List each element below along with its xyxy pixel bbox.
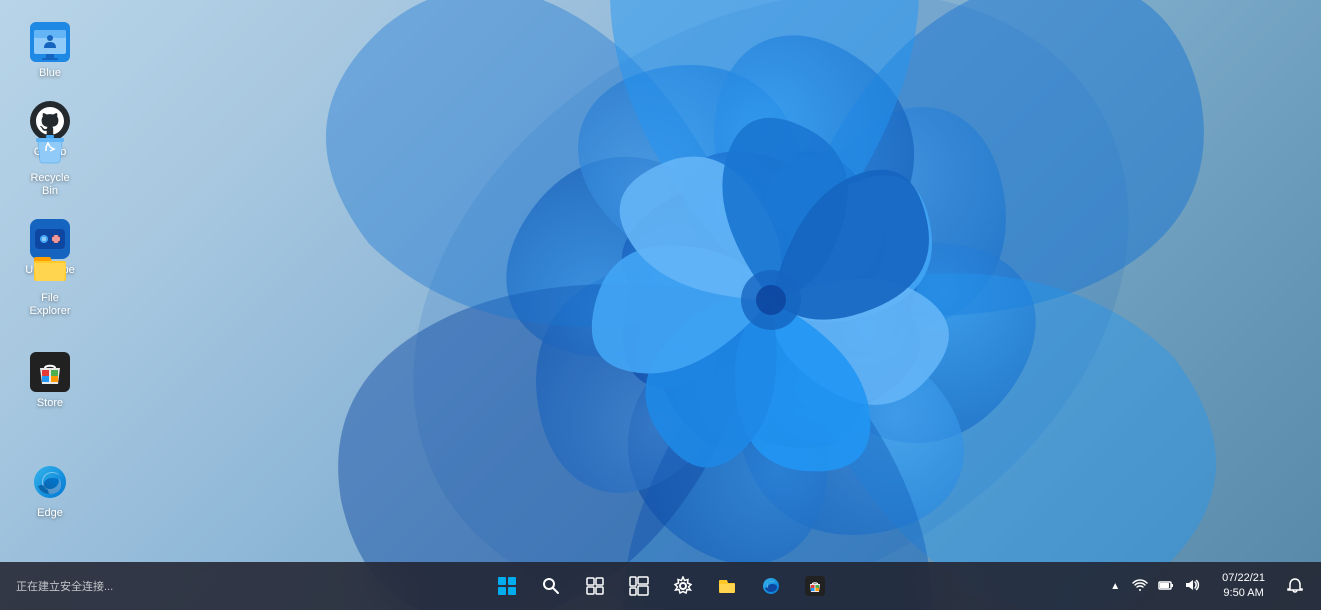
taskbar-status-text: 正在建立安全连接... <box>8 578 113 594</box>
desktop-icons-column5: Edge <box>10 455 90 526</box>
recycle-bin-label: RecycleBin <box>30 172 69 198</box>
widgets-icon <box>629 576 649 596</box>
blue-icon-label: Blue <box>39 67 61 80</box>
desktop: Blue Github <box>0 0 1321 610</box>
widgets-button[interactable] <box>619 566 659 606</box>
settings-icon <box>673 576 693 596</box>
desktop-icon-recycle-bin[interactable]: RecycleBin <box>10 120 90 204</box>
battery-tray-icon[interactable] <box>1156 575 1176 598</box>
battery-icon <box>1158 577 1174 593</box>
clock-date: 07/22/21 <box>1222 571 1265 586</box>
system-tray: ▲ <box>1098 575 1210 598</box>
volume-icon <box>1184 577 1200 593</box>
store-icon <box>29 351 71 393</box>
start-button[interactable] <box>487 566 527 606</box>
desktop-icons-column4: Store <box>10 345 90 416</box>
start-icon <box>497 576 517 596</box>
task-view-button[interactable] <box>575 566 615 606</box>
edge-taskbar-button[interactable] <box>751 566 791 606</box>
taskbar-right: ▲ <box>1098 566 1313 606</box>
wallpaper-svg <box>321 0 1221 610</box>
file-explorer-taskbar-icon <box>717 576 737 596</box>
settings-button[interactable] <box>663 566 703 606</box>
taskbar: 正在建立安全连接... <box>0 562 1321 610</box>
search-button[interactable] <box>531 566 571 606</box>
store-label: Store <box>37 397 63 410</box>
edge-desktop-icon <box>29 461 71 503</box>
taskbar-center <box>487 566 835 606</box>
search-icon <box>542 577 560 595</box>
notification-button[interactable] <box>1277 566 1313 606</box>
edge-taskbar-icon <box>761 576 781 596</box>
desktop-icons-column3: FileExplorer <box>10 240 90 324</box>
desktop-icon-file-explorer[interactable]: FileExplorer <box>10 240 90 324</box>
store-taskbar-icon <box>805 576 825 596</box>
tray-expand-button[interactable]: ▲ <box>1106 579 1124 594</box>
file-explorer-taskbar-button[interactable] <box>707 566 747 606</box>
desktop-icon-blue[interactable]: Blue <box>10 15 90 86</box>
volume-tray-icon[interactable] <box>1182 575 1202 598</box>
notification-icon <box>1287 578 1303 594</box>
desktop-icon-edge[interactable]: Edge <box>10 455 90 526</box>
recycle-bin-icon <box>29 126 71 168</box>
file-explorer-icon <box>29 246 71 288</box>
task-view-icon <box>586 577 604 595</box>
wifi-tray-icon[interactable] <box>1130 575 1150 598</box>
edge-label: Edge <box>37 507 63 520</box>
clock-time: 9:50 AM <box>1223 586 1263 601</box>
clock[interactable]: 07/22/21 9:50 AM <box>1214 571 1273 602</box>
desktop-icon-store[interactable]: Store <box>10 345 90 416</box>
wifi-icon <box>1132 577 1148 593</box>
file-explorer-label: FileExplorer <box>30 292 71 318</box>
store-taskbar-button[interactable] <box>795 566 835 606</box>
blue-icon <box>29 21 71 63</box>
